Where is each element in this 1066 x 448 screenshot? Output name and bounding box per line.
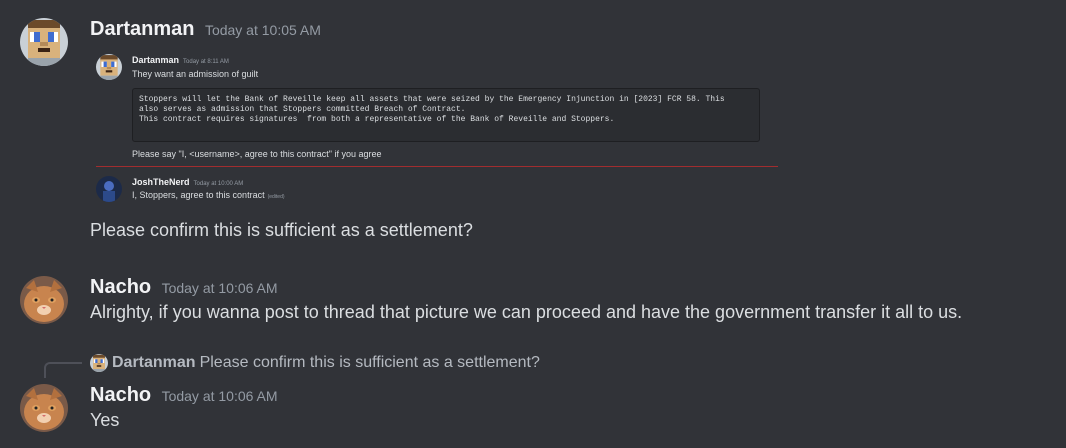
timestamp: Today at 10:06 AM bbox=[161, 388, 278, 404]
new-messages-divider bbox=[96, 166, 778, 167]
code-line: This contract requires signatures from b… bbox=[139, 115, 615, 124]
quoted-footer: Please say "I, <username>, agree to this… bbox=[132, 149, 382, 159]
cat-avatar-icon bbox=[20, 276, 68, 324]
message-dartanman: Dartanman Today at 10:05 AM Dartanman Tod… bbox=[0, 0, 1066, 260]
avatar[interactable] bbox=[20, 18, 68, 66]
nerd-avatar-icon bbox=[96, 176, 122, 202]
author-name[interactable]: Nacho bbox=[90, 384, 151, 406]
message-text: Please confirm this is sufficient as a s… bbox=[90, 220, 473, 240]
quoted-timestamp: Today at 8:11 AM bbox=[183, 59, 229, 65]
reply-timestamp: Today at 10:00 AM bbox=[193, 181, 244, 187]
avatar[interactable] bbox=[20, 384, 68, 432]
reply-author-name[interactable]: Dartanman bbox=[112, 354, 196, 371]
reply-connector bbox=[44, 362, 82, 378]
message-nacho: Nacho Today at 10:06 AM Alrighty, if you… bbox=[0, 270, 1066, 340]
code-line: Stoppers will let the Bank of Reveille k… bbox=[139, 95, 725, 104]
code-line: also serves as admission that Stoppers c… bbox=[139, 105, 466, 114]
reply-author: JoshTheNerd Today at 10:00 AM bbox=[132, 177, 243, 187]
reply-preview-text[interactable]: Please confirm this is sufficient as a s… bbox=[200, 354, 540, 371]
code-block: Stoppers will let the Bank of Reveille k… bbox=[132, 88, 760, 142]
embedded-screenshot[interactable]: Dartanman Today at 8:11 AM They want an a… bbox=[92, 44, 782, 210]
author-name[interactable]: Nacho bbox=[90, 276, 151, 298]
reply-author-name: JoshTheNerd bbox=[132, 177, 190, 187]
message-header: Nacho Today at 10:06 AM bbox=[90, 384, 278, 407]
reply-text: I, Stoppers, agree to this contract (edit… bbox=[132, 190, 285, 200]
avatar bbox=[96, 176, 122, 202]
cat-avatar-icon bbox=[20, 384, 68, 432]
quoted-text: They want an admission of guilt bbox=[132, 69, 259, 79]
message-nacho-reply: Nacho Today at 10:06 AM Yes bbox=[0, 380, 1066, 448]
message-header: Nacho Today at 10:06 AM bbox=[90, 276, 278, 299]
pixel-avatar-icon bbox=[20, 18, 68, 66]
author-name[interactable]: Dartanman bbox=[90, 18, 194, 40]
reply-text-content: I, Stoppers, agree to this contract bbox=[132, 190, 265, 200]
reply-reference[interactable]: Dartanman Please confirm this is sufficie… bbox=[90, 354, 540, 372]
quoted-author: Dartanman Today at 8:11 AM bbox=[132, 55, 229, 65]
timestamp: Today at 10:06 AM bbox=[161, 280, 278, 296]
avatar[interactable] bbox=[20, 276, 68, 324]
message-header: Dartanman Today at 10:05 AM bbox=[90, 18, 321, 41]
pixel-avatar-icon bbox=[90, 354, 108, 372]
avatar bbox=[90, 354, 108, 372]
message-text: Alrighty, if you wanna post to thread th… bbox=[90, 302, 963, 322]
pixel-avatar-icon bbox=[96, 54, 122, 80]
message-text: Yes bbox=[90, 410, 120, 430]
edited-tag: (edited) bbox=[267, 194, 285, 200]
timestamp: Today at 10:05 AM bbox=[204, 22, 321, 38]
quoted-author-name: Dartanman bbox=[132, 55, 180, 65]
avatar bbox=[96, 54, 122, 80]
